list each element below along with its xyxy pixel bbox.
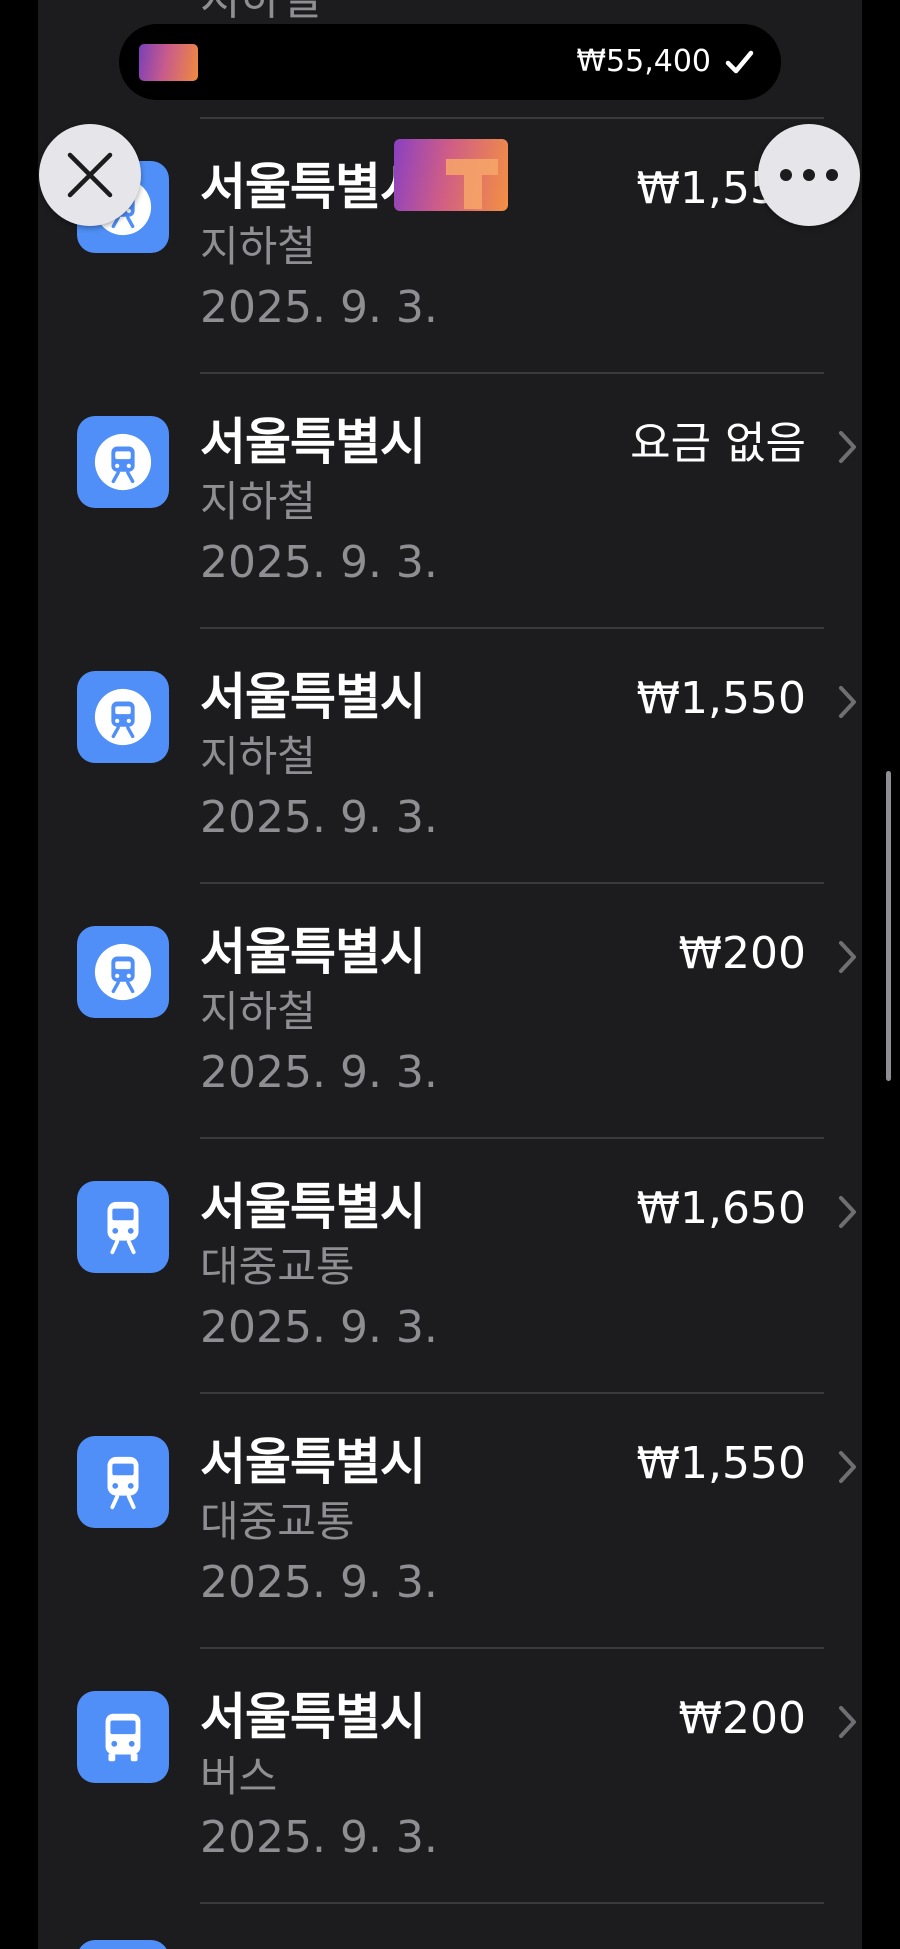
chevron-right-icon [839, 1706, 856, 1738]
chevron-right-icon [839, 1451, 856, 1483]
transaction-row[interactable]: 서울특별시 지하철 2025. 9. 3. 요금 없음 [38, 374, 862, 629]
transaction-date: 2025. 9. 3. [200, 1557, 438, 1608]
card-logo-icon [446, 159, 498, 209]
transaction-category: 대중교통 [200, 1242, 355, 1291]
transaction-category: 지하철 [200, 732, 316, 781]
merchant-name: 서울특별시 [200, 413, 426, 471]
close-button[interactable] [39, 124, 141, 226]
transaction-category: 대중교통 [200, 1497, 355, 1546]
transaction-amount: ₩1,650 [636, 1183, 806, 1234]
transaction-category: 지하철 [200, 477, 316, 526]
chevron-right-icon [839, 941, 856, 973]
transaction-date: 2025. 9. 3. [200, 1302, 438, 1353]
merchant-name: 서울특별시 [200, 1433, 426, 1491]
transaction-date: 2025. 9. 3. [200, 1812, 438, 1863]
scrollbar[interactable] [886, 771, 891, 1081]
merchant-name: 서울특별시 [200, 158, 426, 216]
ellipsis-icon [780, 169, 838, 181]
transaction-date: 2025. 9. 3. [200, 792, 438, 843]
transaction-date: 2025. 9. 3. [200, 537, 438, 588]
close-icon [67, 152, 113, 198]
checkmark-icon [725, 50, 754, 74]
transaction-amount: ₩1,550 [636, 673, 806, 724]
transaction-amount: ₩200 [678, 928, 807, 979]
more-options-button[interactable] [758, 124, 860, 226]
transit-card-thumbnail [139, 44, 198, 81]
bus-icon [77, 1691, 169, 1783]
card-summary-pill[interactable]: ₩55,400 [119, 24, 781, 100]
transaction-date: 2025. 9. 3. [200, 1047, 438, 1098]
transaction-category: 지하철 [200, 222, 316, 271]
merchant-name: 서울특별시 [200, 1178, 426, 1236]
train-icon [77, 1181, 169, 1273]
chevron-right-icon [839, 1196, 856, 1228]
chevron-right-icon [839, 686, 856, 718]
transit-icon [77, 1940, 169, 1949]
train-icon [77, 1436, 169, 1528]
transaction-row[interactable]: 서울특별시 대중교통 2025. 9. 3. ₩1,650 [38, 1139, 862, 1394]
subway-icon [77, 671, 169, 763]
transaction-category: 지하철 [200, 987, 316, 1036]
subway-icon [77, 926, 169, 1018]
transaction-amount: ₩1,550 [636, 1438, 806, 1489]
transaction-amount: 요금 없음 [630, 418, 806, 469]
merchant-name: 서울특별시 [200, 668, 426, 726]
transaction-row[interactable]: 서울특별시 버스 2025. 9. 3. ₩200 [38, 1649, 862, 1904]
merchant-name: 서울특별시 [200, 923, 426, 981]
transaction-row[interactable]: 서울특별시 지하철 2025. 9. 3. ₩200 [38, 884, 862, 1139]
clipped-category-text: 지하철 [200, 0, 321, 22]
card-balance: ₩55,400 [576, 44, 711, 79]
chevron-right-icon [839, 431, 856, 463]
transit-card-image[interactable] [394, 139, 508, 211]
transaction-category: 버스 [200, 1752, 278, 1801]
transaction-row[interactable]: 서울특별시 대중교통 2025. 9. 3. ₩1,550 [38, 1394, 862, 1649]
transaction-row[interactable]: 서울특별시 지하철 2025. 9. 3. ₩1,550 [38, 629, 862, 884]
row-divider [200, 1902, 824, 1904]
transaction-date: 2025. 9. 3. [200, 282, 438, 333]
subway-icon [77, 416, 169, 508]
transactions-sheet: 지하철 서울특별시 지하철 2025. 9. 3. ₩1,550 서울특별시 지… [38, 0, 862, 1949]
merchant-name: 서울특별시 [200, 1688, 426, 1746]
transaction-amount: ₩200 [678, 1693, 807, 1744]
